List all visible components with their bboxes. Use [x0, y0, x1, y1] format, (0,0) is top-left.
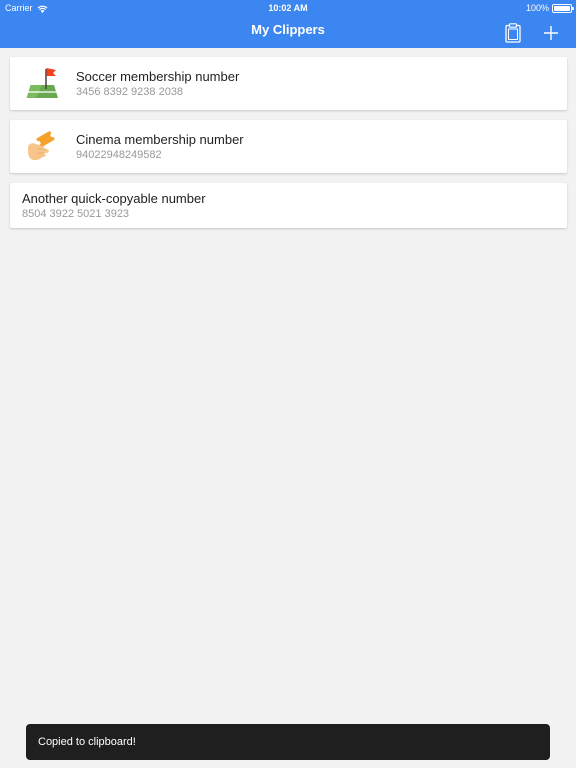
clipboard-button[interactable]: [502, 22, 524, 44]
clipper-item-quick[interactable]: Another quick-copyable number 8504 3922 …: [10, 183, 567, 228]
plus-icon: [544, 26, 558, 40]
soccer-field-flag-icon: [24, 65, 60, 101]
clipper-item-soccer[interactable]: Soccer membership number 3456 8392 9238 …: [10, 57, 567, 110]
clipper-title: Cinema membership number: [76, 132, 244, 147]
battery-indicator: 100%: [525, 0, 574, 17]
add-clipper-button[interactable]: [540, 22, 562, 44]
page-title: My Clippers: [251, 22, 325, 37]
status-bar: Carrier 10:02 AM 100%: [0, 0, 576, 17]
app-root: Carrier 10:02 AM 100% My Clippers Soccer…: [0, 0, 576, 768]
clipper-value: 8504 3922 5021 3923: [22, 208, 130, 220]
clipboard-icon: [505, 23, 521, 43]
battery-icon: [552, 4, 574, 13]
toast-message: Copied to clipboard!: [38, 736, 136, 748]
top-bar: Carrier 10:02 AM 100% My Clippers: [0, 0, 576, 48]
clipper-list: Soccer membership number 3456 8392 9238 …: [10, 57, 567, 228]
clipper-title: Soccer membership number: [76, 69, 240, 84]
battery-percent: 100%: [525, 3, 549, 13]
status-time: 10:02 AM: [268, 3, 308, 13]
nav-actions: [502, 22, 562, 44]
toast-snackbar: Copied to clipboard!: [26, 724, 550, 760]
clipper-title: Another quick-copyable number: [22, 191, 206, 206]
clipper-value: 94022948249582: [76, 149, 162, 161]
hand-holding-ticket-icon: [24, 128, 60, 164]
clipper-value: 3456 8392 9238 2038: [76, 86, 184, 98]
clipper-item-cinema[interactable]: Cinema membership number 94022948249582: [10, 120, 567, 173]
